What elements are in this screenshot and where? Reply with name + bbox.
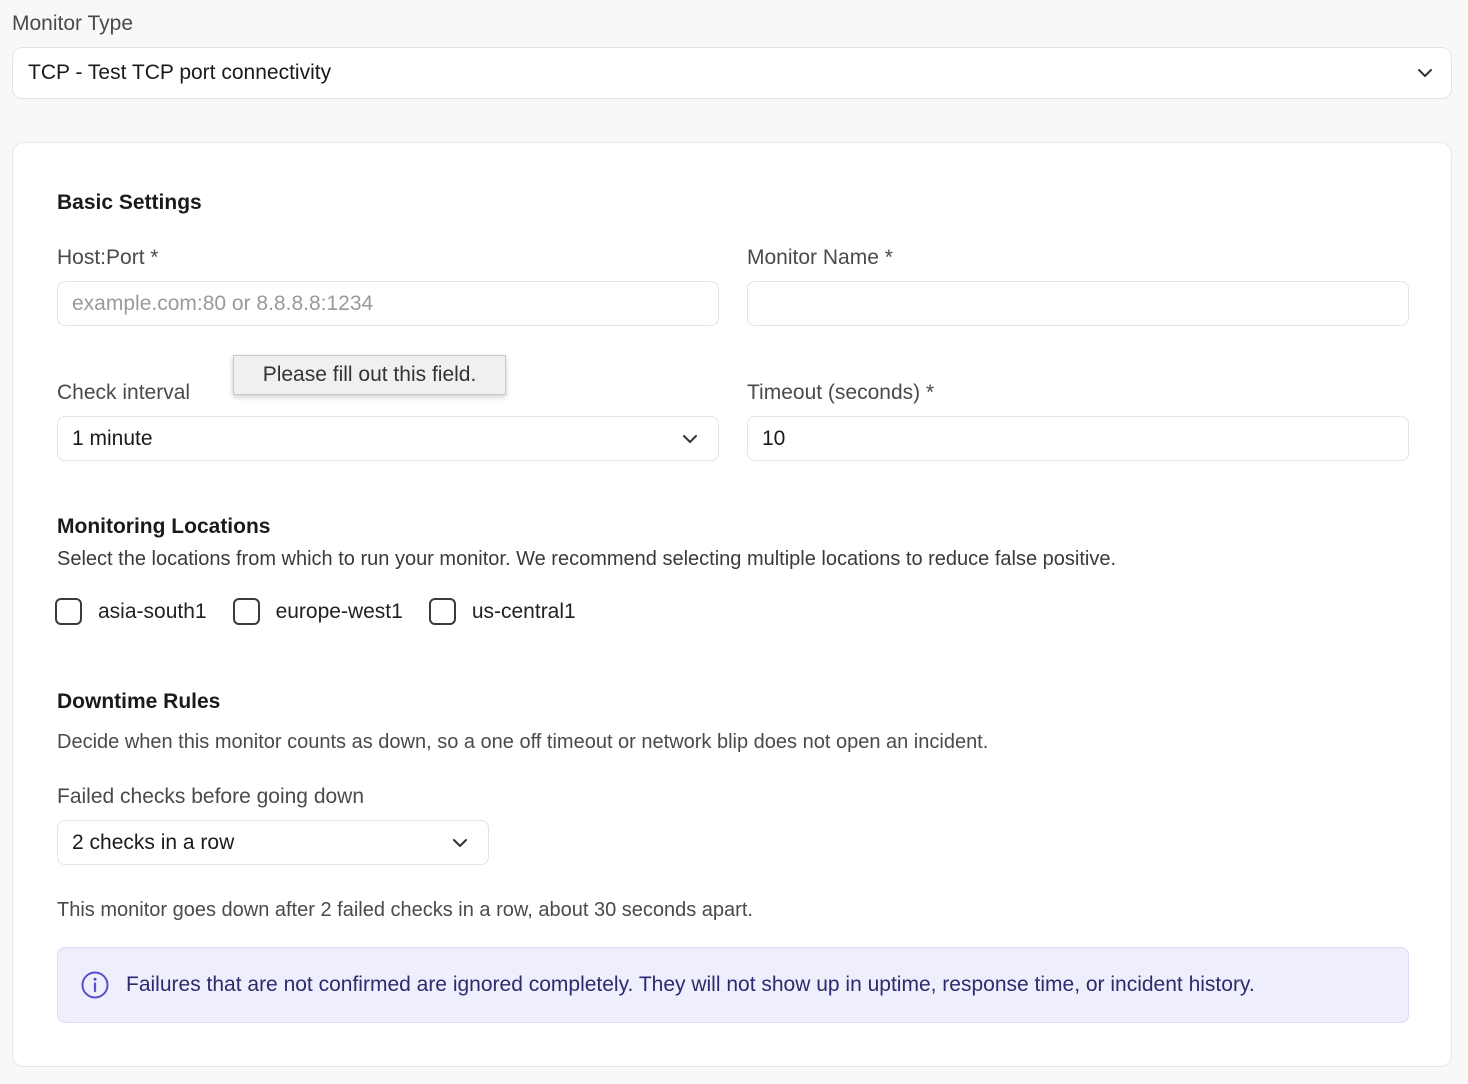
locations-checkbox-group: asia-south1 europe-west1 us-central1: [55, 598, 602, 625]
location-us-central1[interactable]: us-central1: [428, 598, 576, 625]
location-label: us-central1: [471, 599, 576, 623]
host-port-input[interactable]: example.com:80 or 8.8.8.8:1234: [57, 281, 719, 326]
monitor-type-label: Monitor Type: [12, 12, 134, 35]
location-europe-west1[interactable]: europe-west1: [232, 598, 403, 625]
monitor-type-value: TCP - Test TCP port connectivity: [28, 61, 332, 84]
failed-checks-label: Failed checks before going down: [57, 785, 365, 808]
info-icon: [81, 971, 109, 999]
checkbox[interactable]: [232, 598, 260, 625]
location-asia-south1[interactable]: asia-south1: [55, 598, 207, 625]
monitor-name-label: Monitor Name *: [747, 246, 893, 269]
chevron-down-icon: [683, 434, 697, 443]
host-port-placeholder: example.com:80 or 8.8.8.8:1234: [72, 291, 374, 315]
monitoring-locations-title: Monitoring Locations: [57, 515, 271, 538]
checkbox[interactable]: [428, 598, 456, 625]
check-interval-value: 1 minute: [72, 426, 153, 450]
location-label: asia-south1: [98, 599, 207, 623]
failed-checks-select[interactable]: 2 checks in a row: [57, 820, 489, 865]
timeout-label: Timeout (seconds) *: [747, 381, 935, 404]
downtime-rules-description: Decide when this monitor counts as down,…: [57, 731, 989, 753]
info-text: Failures that are not confirmed are igno…: [126, 973, 1255, 996]
validation-tooltip: Please fill out this field.: [233, 355, 506, 395]
timeout-value: 10: [762, 426, 786, 450]
location-label: europe-west1: [275, 599, 403, 623]
check-interval-select[interactable]: 1 minute: [57, 416, 719, 461]
check-interval-label: Check interval: [57, 381, 191, 404]
chevron-down-icon: [453, 838, 467, 847]
host-port-label: Host:Port *: [57, 246, 159, 269]
chevron-down-icon: [1418, 69, 1432, 77]
monitor-name-input[interactable]: [747, 281, 1409, 326]
monitoring-locations-description: Select the locations from which to run y…: [57, 548, 1117, 570]
downtime-summary: This monitor goes down after 2 failed ch…: [57, 899, 753, 921]
basic-settings-title: Basic Settings: [57, 191, 202, 214]
info-callout: Failures that are not confirmed are igno…: [57, 947, 1409, 1023]
checkbox[interactable]: [55, 598, 82, 625]
downtime-rules-title: Downtime Rules: [57, 690, 221, 713]
settings-card: Basic Settings Host:Port * example.com:8…: [12, 142, 1452, 1067]
failed-checks-value: 2 checks in a row: [72, 830, 235, 854]
monitor-type-select[interactable]: TCP - Test TCP port connectivity: [12, 47, 1452, 99]
timeout-input[interactable]: 10: [747, 416, 1409, 461]
